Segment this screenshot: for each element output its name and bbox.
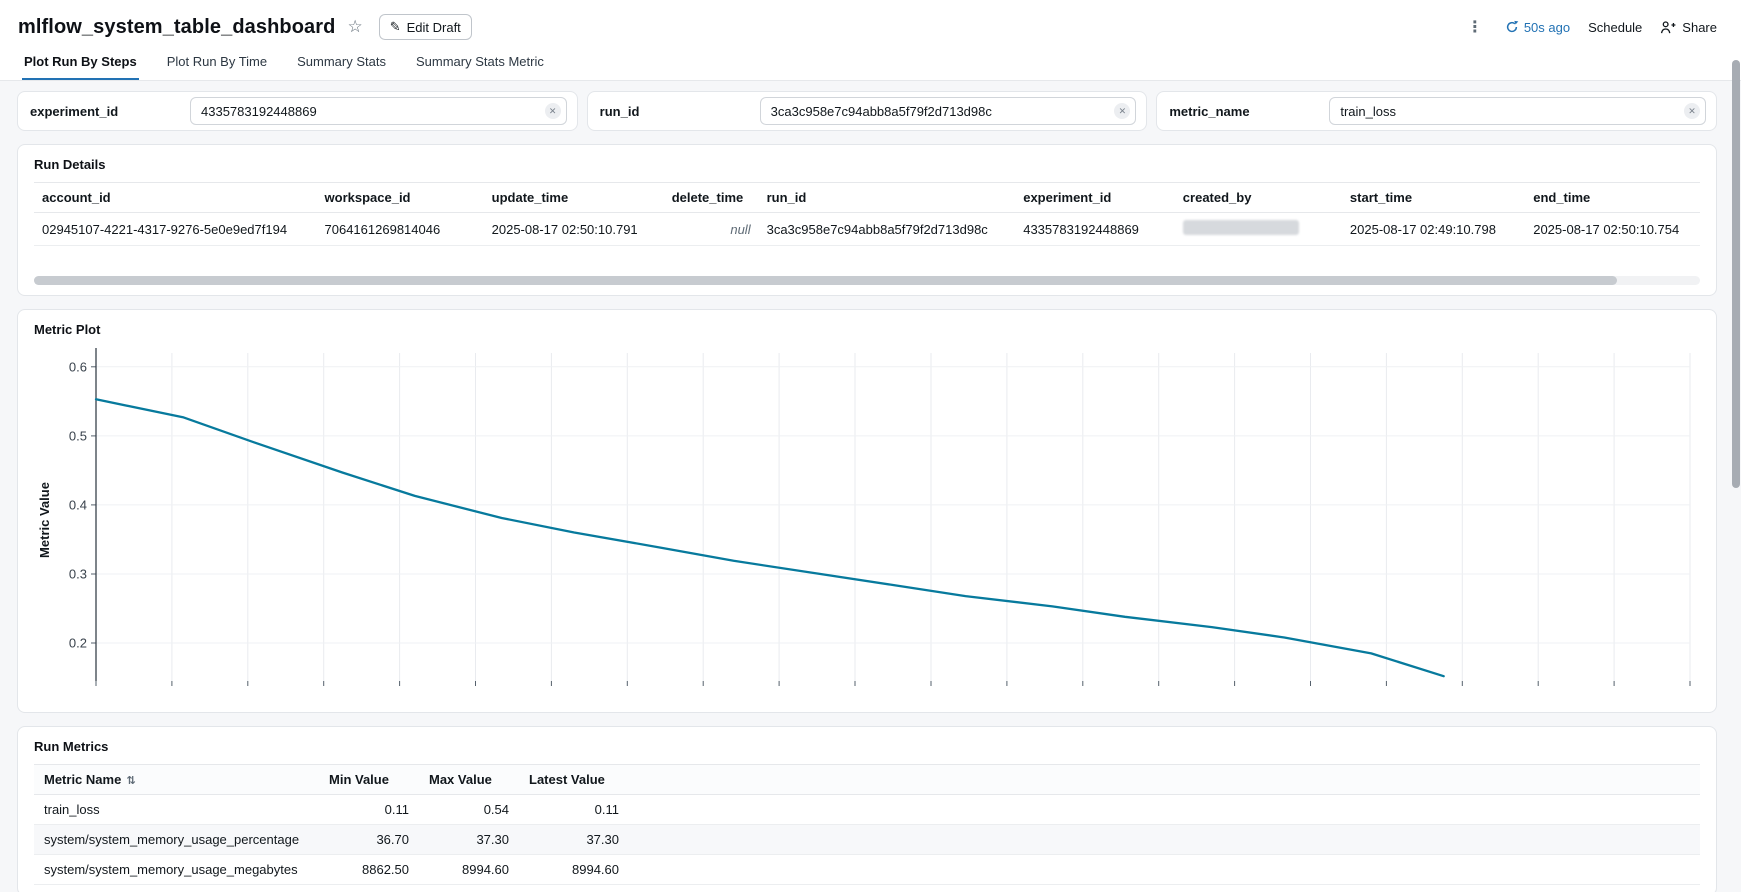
run-details-empty-space bbox=[34, 246, 1700, 272]
svg-text:0.6: 0.6 bbox=[69, 359, 87, 374]
filter-row: experiment_id ✕ run_id ✕ metric_name ✕ bbox=[17, 91, 1717, 131]
col-created-by[interactable]: created_by bbox=[1175, 183, 1342, 213]
filter-experiment-id-label: experiment_id bbox=[30, 104, 190, 119]
refresh-timestamp: 50s ago bbox=[1524, 20, 1570, 35]
svg-text:0.3: 0.3 bbox=[69, 567, 87, 582]
col-end-time[interactable]: end_time bbox=[1525, 183, 1700, 213]
cell-account-id: 02945107-4221-4317-9276-5e0e9ed7f194 bbox=[34, 213, 317, 246]
filter-run-id-input[interactable] bbox=[760, 97, 1137, 125]
run-details-row: 02945107-4221-4317-9276-5e0e9ed7f194 706… bbox=[34, 213, 1700, 246]
col-delete-time[interactable]: delete_time bbox=[664, 183, 759, 213]
filter-experiment-id: experiment_id ✕ bbox=[17, 91, 578, 131]
run-details-table: account_id workspace_id update_time dele… bbox=[34, 182, 1700, 246]
cell-experiment-id: 4335783192448869 bbox=[1015, 213, 1175, 246]
dashboard-content: experiment_id ✕ run_id ✕ metric_name ✕ R… bbox=[0, 81, 1741, 892]
col-min-value[interactable]: Min Value bbox=[319, 765, 419, 795]
edit-draft-button[interactable]: ✎ Edit Draft bbox=[379, 14, 472, 40]
run-details-horizontal-scrollbar-thumb[interactable] bbox=[34, 276, 1617, 285]
tab-plot-run-by-steps[interactable]: Plot Run By Steps bbox=[22, 46, 139, 80]
run-details-card: Run Details account_id workspace_id upda… bbox=[17, 144, 1717, 296]
cell-delete-time: null bbox=[664, 213, 759, 246]
filter-run-id: run_id ✕ bbox=[587, 91, 1148, 131]
favorite-star-icon[interactable]: ☆ bbox=[347, 17, 362, 37]
cell-run-id: 3ca3c958e7c94abb8a5f79f2d713d98c bbox=[759, 213, 1016, 246]
max-value: 8994.60 bbox=[419, 855, 519, 885]
top-header: mlflow_system_table_dashboard ☆ ✎ Edit D… bbox=[0, 0, 1741, 81]
cell-end-time: 2025-08-17 02:50:10.754 bbox=[1525, 213, 1700, 246]
min-value: 36.70 bbox=[319, 825, 419, 855]
run-metrics-header-row: Metric Name⇅ Min Value Max Value Latest … bbox=[34, 765, 1700, 795]
page-vertical-scrollbar-thumb[interactable] bbox=[1732, 60, 1740, 488]
refresh-icon bbox=[1505, 20, 1519, 34]
latest-value: 0.11 bbox=[519, 795, 629, 825]
table-row: system/system_memory_usage_percentage 36… bbox=[34, 825, 1700, 855]
run-metrics-title: Run Metrics bbox=[34, 739, 1700, 754]
svg-text:0.4: 0.4 bbox=[69, 497, 87, 512]
filter-experiment-id-input[interactable] bbox=[190, 97, 567, 125]
cell-update-time: 2025-08-17 02:50:10.791 bbox=[484, 213, 664, 246]
run-details-title: Run Details bbox=[34, 157, 1700, 172]
max-value: 0.54 bbox=[419, 795, 519, 825]
share-people-icon bbox=[1660, 20, 1676, 35]
clear-metric-name-icon[interactable]: ✕ bbox=[1684, 103, 1700, 119]
share-button[interactable]: Share bbox=[1660, 20, 1717, 35]
col-start-time[interactable]: start_time bbox=[1342, 183, 1525, 213]
metric-name: train_loss bbox=[34, 795, 319, 825]
metric-plot-chart[interactable]: 0.2 0.3 0.4 0.5 0.6 Metric Value bbox=[34, 341, 1700, 702]
tab-plot-run-by-time[interactable]: Plot Run By Time bbox=[165, 46, 269, 80]
metric-plot-title: Metric Plot bbox=[34, 322, 1700, 337]
run-metrics-card: Run Metrics Metric Name⇅ Min Value Max V… bbox=[17, 726, 1717, 892]
dashboard-tabs: Plot Run By Steps Plot Run By Time Summa… bbox=[0, 46, 1741, 80]
col-update-time[interactable]: update_time bbox=[484, 183, 664, 213]
clear-experiment-id-icon[interactable]: ✕ bbox=[545, 103, 561, 119]
train-loss-line-chart: 0.2 0.3 0.4 0.5 0.6 Metric Value bbox=[34, 341, 1700, 699]
metric-name: system/system_memory_usage_megabytes bbox=[34, 855, 319, 885]
filter-metric-name-input[interactable] bbox=[1329, 97, 1706, 125]
run-details-header-row: account_id workspace_id update_time dele… bbox=[34, 183, 1700, 213]
pencil-icon: ✎ bbox=[390, 19, 401, 35]
filter-metric-name-label: metric_name bbox=[1169, 104, 1329, 119]
run-metrics-table: Metric Name⇅ Min Value Max Value Latest … bbox=[34, 764, 1700, 885]
table-row: system/system_memory_usage_megabytes 886… bbox=[34, 855, 1700, 885]
col-experiment-id[interactable]: experiment_id bbox=[1015, 183, 1175, 213]
filter-metric-name: metric_name ✕ bbox=[1156, 91, 1717, 131]
min-value: 8862.50 bbox=[319, 855, 419, 885]
metric-plot-card: Metric Plot 0.2 0.3 0.4 0.5 0.6 Metric Value bbox=[17, 309, 1717, 713]
schedule-button[interactable]: Schedule bbox=[1588, 20, 1642, 35]
table-row: train_loss 0.11 0.54 0.11 bbox=[34, 795, 1700, 825]
col-max-value[interactable]: Max Value bbox=[419, 765, 519, 795]
latest-value: 8994.60 bbox=[519, 855, 629, 885]
cell-created-by bbox=[1175, 213, 1342, 246]
clear-run-id-icon[interactable]: ✕ bbox=[1114, 103, 1130, 119]
tab-summary-stats[interactable]: Summary Stats bbox=[295, 46, 388, 80]
overflow-menu-icon[interactable]: ⋮ bbox=[1463, 17, 1487, 37]
svg-text:0.5: 0.5 bbox=[69, 428, 87, 443]
col-workspace-id[interactable]: workspace_id bbox=[317, 183, 484, 213]
page-vertical-scrollbar bbox=[1731, 0, 1740, 892]
col-run-id[interactable]: run_id bbox=[759, 183, 1016, 213]
sort-icon[interactable]: ⇅ bbox=[126, 775, 135, 787]
latest-value: 37.30 bbox=[519, 825, 629, 855]
tab-summary-stats-metric[interactable]: Summary Stats Metric bbox=[414, 46, 546, 80]
cell-workspace-id: 7064161269814046 bbox=[317, 213, 484, 246]
created-by-redacted bbox=[1183, 220, 1299, 235]
cell-start-time: 2025-08-17 02:49:10.798 bbox=[1342, 213, 1525, 246]
svg-text:Metric Value: Metric Value bbox=[37, 482, 52, 558]
svg-text:0.2: 0.2 bbox=[69, 636, 87, 651]
max-value: 37.30 bbox=[419, 825, 519, 855]
col-metric-name[interactable]: Metric Name⇅ bbox=[34, 765, 319, 795]
col-spacer bbox=[629, 765, 1700, 795]
refresh-button[interactable]: 50s ago bbox=[1505, 20, 1570, 35]
min-value: 0.11 bbox=[319, 795, 419, 825]
page-title: mlflow_system_table_dashboard bbox=[18, 16, 335, 39]
metric-name: system/system_memory_usage_percentage bbox=[34, 825, 319, 855]
run-details-horizontal-scrollbar bbox=[34, 276, 1700, 285]
filter-run-id-label: run_id bbox=[600, 104, 760, 119]
col-latest-value[interactable]: Latest Value bbox=[519, 765, 629, 795]
col-account-id[interactable]: account_id bbox=[34, 183, 317, 213]
